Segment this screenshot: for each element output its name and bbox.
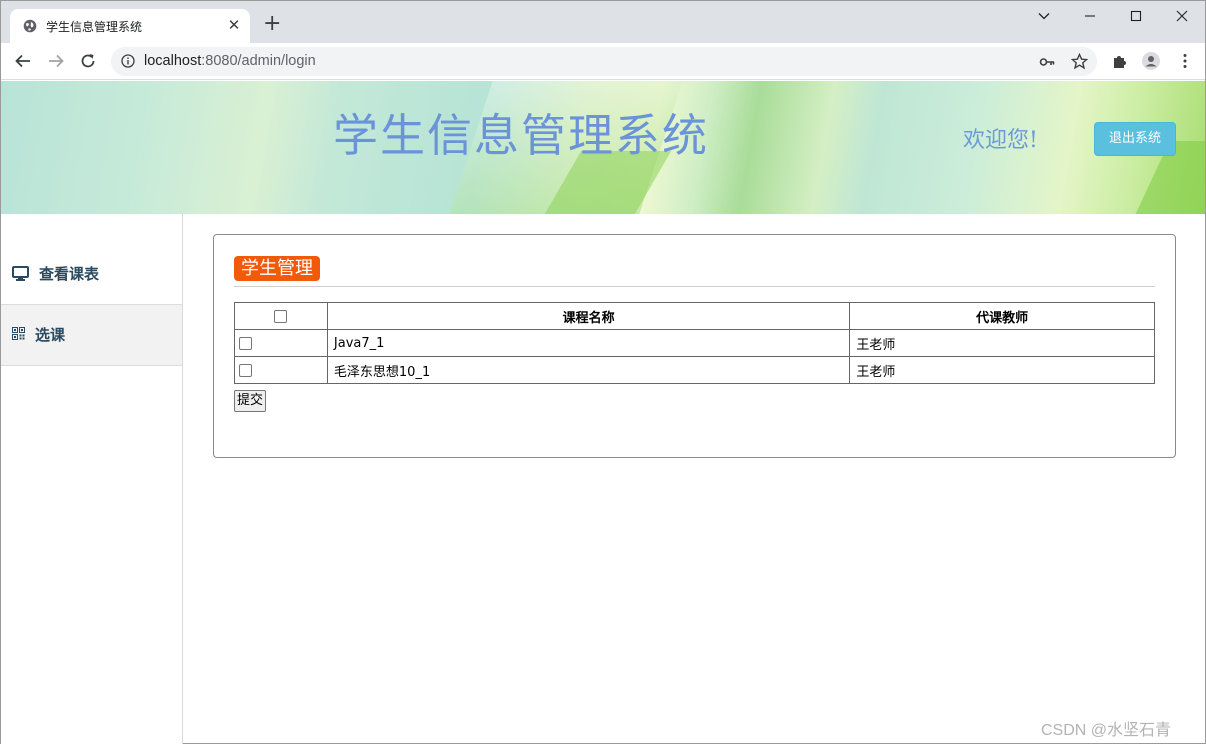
teacher-cell: 王老师 [849, 329, 1155, 357]
panel-header: 学生管理 [234, 256, 1155, 287]
browser-toolbar: localhost:8080/admin/login [1, 43, 1205, 80]
table-row: 毛泽东思想10_1 王老师 [234, 356, 1155, 384]
sidebar-item-label: 选课 [35, 326, 66, 344]
browser-tab[interactable]: 学生信息管理系统 ✕ [10, 9, 250, 43]
sidebar-item-course-selection[interactable]: 选课 [1, 305, 182, 366]
extensions-icon[interactable] [1111, 52, 1129, 70]
star-icon[interactable] [1071, 53, 1088, 70]
profile-avatar-icon[interactable] [1142, 52, 1160, 70]
page-title: 学生信息管理系统 [333, 109, 710, 162]
column-header-teacher: 代课教师 [849, 302, 1155, 330]
maximize-icon [1130, 10, 1142, 22]
minimize-icon [1085, 15, 1095, 17]
key-icon[interactable] [1039, 54, 1055, 70]
maximize-button[interactable] [1113, 5, 1159, 29]
reload-icon[interactable] [78, 51, 98, 71]
browser-tabstrip: 学生信息管理系统 ✕ + [1, 1, 1205, 43]
monitor-icon [12, 266, 29, 281]
select-all-header [234, 302, 328, 330]
sidebar: 查看课表 选课 [1, 214, 183, 744]
close-window-button[interactable] [1159, 5, 1205, 29]
back-arrow-icon[interactable] [13, 51, 33, 71]
row-checkbox[interactable] [239, 336, 252, 350]
row-select-cell [234, 329, 328, 357]
info-icon[interactable] [121, 54, 135, 68]
submit-button[interactable]: 提交 [234, 390, 267, 412]
watermark: CSDN @水坚石青 [1041, 722, 1172, 739]
course-name-cell: Java7_1 [326, 329, 851, 357]
select-all-checkbox[interactable] [274, 310, 288, 323]
url-host: localhost [144, 53, 202, 69]
url-text: localhost:8080/admin/login [144, 53, 316, 69]
sidebar-item-view-schedule[interactable]: 查看课表 [1, 244, 182, 305]
url-path: :8080/admin/login [201, 53, 316, 69]
address-bar[interactable]: localhost:8080/admin/login [111, 47, 1097, 76]
globe-icon [23, 19, 37, 33]
header-banner: 学生信息管理系统 欢迎您! 退出系统 [1, 81, 1205, 214]
section-title: 学生管理 [234, 256, 320, 281]
course-table: 课程名称 代课教师 Java7_1 王老师 毛泽东思想10_1 王老师 [234, 302, 1155, 384]
welcome-text: 欢迎您! [963, 128, 1038, 153]
qrcode-icon [12, 327, 25, 340]
more-menu-icon[interactable] [1176, 52, 1194, 70]
new-tab-button[interactable]: + [263, 13, 281, 35]
row-select-cell [234, 356, 328, 384]
tab-search-button[interactable] [1021, 5, 1067, 29]
column-header-course: 课程名称 [326, 302, 851, 330]
student-management-panel: 学生管理 课程名称 代课教师 Java7_1 王老师 毛泽东思想10_1 王老师… [213, 234, 1176, 458]
teacher-cell: 王老师 [849, 356, 1155, 384]
close-tab-icon[interactable]: ✕ [226, 17, 242, 33]
logout-button[interactable]: 退出系统 [1094, 122, 1176, 156]
chevron-down-icon [1038, 13, 1050, 20]
tab-title: 学生信息管理系统 [46, 20, 143, 34]
course-name-cell: 毛泽东思想10_1 [326, 356, 851, 384]
table-header-row: 课程名称 代课教师 [234, 302, 1155, 330]
forward-arrow-icon[interactable] [46, 51, 66, 71]
close-icon [1176, 10, 1188, 22]
sidebar-item-label: 查看课表 [39, 265, 100, 283]
table-row: Java7_1 王老师 [234, 329, 1155, 357]
row-checkbox[interactable] [239, 363, 252, 377]
minimize-button[interactable] [1067, 5, 1113, 29]
